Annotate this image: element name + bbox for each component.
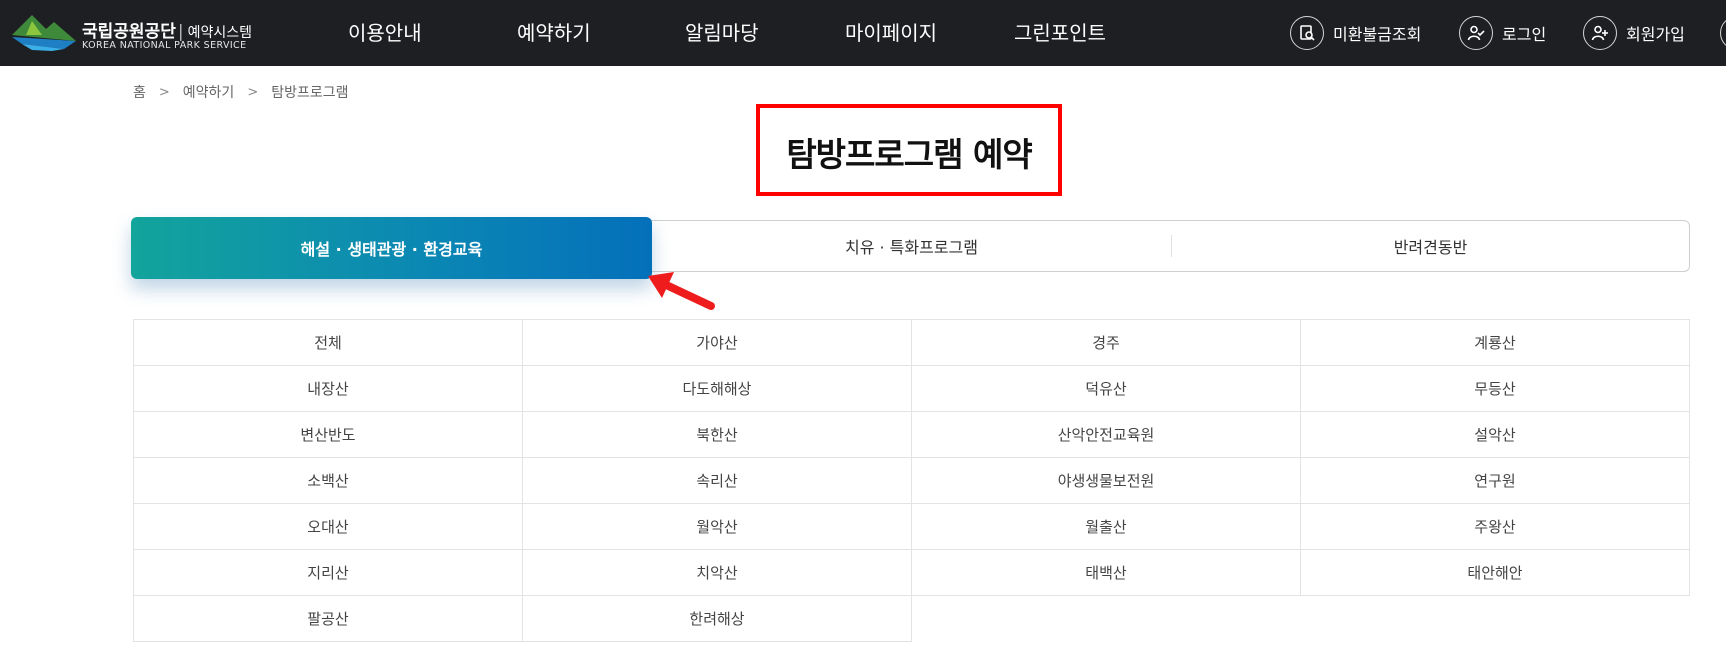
login-link[interactable]: 로그인 xyxy=(1459,15,1546,51)
park-item[interactable]: 속리산 xyxy=(523,458,912,504)
page-title: 탐방프로그램 예약 xyxy=(786,135,1032,174)
nav-guide[interactable]: 이용안내 xyxy=(348,0,422,66)
document-search-icon xyxy=(1290,16,1324,50)
unpaid-lookup-label: 미환불금조회 xyxy=(1333,25,1422,44)
chevron-right-icon: > xyxy=(247,84,259,100)
park-row: 지리산 치악산 태백산 태안해안 xyxy=(134,550,1690,596)
park-item[interactable]: 치악산 xyxy=(523,550,912,596)
park-item[interactable]: 오대산 xyxy=(134,504,523,550)
breadcrumb-current: 탐방프로그램 xyxy=(271,85,349,101)
park-row: 내장산 다도해해상 덕유산 무등산 xyxy=(134,366,1690,412)
mountain-logo-icon xyxy=(12,15,76,51)
breadcrumb-reservation[interactable]: 예약하기 xyxy=(183,82,235,102)
empty-cell xyxy=(912,596,1301,642)
breadcrumb-home[interactable]: 홈 xyxy=(133,82,146,102)
chevron-right-icon: > xyxy=(158,84,170,100)
signup-label: 회원가입 xyxy=(1626,25,1685,44)
park-row: 팔공산 한려해상 xyxy=(134,596,1690,642)
tab-pet-companion[interactable]: 반려견동반 xyxy=(1171,220,1690,272)
park-item[interactable]: 계룡산 xyxy=(1301,320,1690,366)
breadcrumb: 홈 > 예약하기 > 탐방프로그램 xyxy=(133,82,349,102)
tab-interpretation-ecotour-education[interactable]: 해설 · 생태관광 · 환경교육 xyxy=(131,217,652,279)
park-item[interactable]: 월출산 xyxy=(912,504,1301,550)
nav-reservation[interactable]: 예약하기 xyxy=(517,0,591,66)
user-check-icon xyxy=(1459,16,1493,50)
park-item[interactable]: 경주 xyxy=(912,320,1301,366)
login-label: 로그인 xyxy=(1502,25,1547,44)
park-row: 전체 가야산 경주 계룡산 xyxy=(134,320,1690,366)
park-item[interactable]: 북한산 xyxy=(523,412,912,458)
park-item[interactable]: 한려해상 xyxy=(523,596,912,642)
menu-icon xyxy=(1720,16,1726,50)
site-logo[interactable]: 국립공원공단 | 예약시스템 KOREA NATIONAL PARK SERVICE xyxy=(12,13,252,53)
park-item[interactable]: 다도해해상 xyxy=(523,366,912,412)
park-item[interactable]: 월악산 xyxy=(523,504,912,550)
nav-notice[interactable]: 알림마당 xyxy=(685,0,759,66)
park-item[interactable]: 태안해안 xyxy=(1301,550,1690,596)
empty-cell xyxy=(1301,596,1690,642)
logo-separator: | xyxy=(177,22,184,42)
signup-link[interactable]: 회원가입 xyxy=(1583,15,1685,51)
park-row: 소백산 속리산 야생생물보전원 연구원 xyxy=(134,458,1690,504)
red-arrow-icon xyxy=(648,272,715,310)
park-grid: 전체 가야산 경주 계룡산 내장산 다도해해상 덕유산 무등산 변산반도 북한산… xyxy=(133,319,1690,642)
park-item[interactable]: 변산반도 xyxy=(134,412,523,458)
logo-english-name: KOREA NATIONAL PARK SERVICE xyxy=(82,40,247,51)
park-row: 변산반도 북한산 산악안전교육원 설악산 xyxy=(134,412,1690,458)
logo-text: 국립공원공단 | 예약시스템 xyxy=(82,17,252,42)
user-add-icon xyxy=(1583,16,1617,50)
logo-org-name: 국립공원공단 xyxy=(82,22,176,42)
unpaid-lookup-link[interactable]: 미환불금조회 xyxy=(1290,15,1421,51)
park-item[interactable]: 내장산 xyxy=(134,366,523,412)
park-item[interactable]: 가야산 xyxy=(523,320,912,366)
extra-menu-button[interactable] xyxy=(1720,15,1726,51)
park-item[interactable]: 태백산 xyxy=(912,550,1301,596)
park-item[interactable]: 야생생물보전원 xyxy=(912,458,1301,504)
park-item[interactable]: 연구원 xyxy=(1301,458,1690,504)
park-item[interactable]: 설악산 xyxy=(1301,412,1690,458)
logo-system-name: 예약시스템 xyxy=(187,25,252,41)
park-item-all[interactable]: 전체 xyxy=(134,320,523,366)
park-item[interactable]: 주왕산 xyxy=(1301,504,1690,550)
park-item[interactable]: 팔공산 xyxy=(134,596,523,642)
park-item[interactable]: 산악안전교육원 xyxy=(912,412,1301,458)
park-item[interactable]: 덕유산 xyxy=(912,366,1301,412)
nav-mypage[interactable]: 마이페이지 xyxy=(845,0,937,66)
park-item[interactable]: 무등산 xyxy=(1301,366,1690,412)
park-item[interactable]: 소백산 xyxy=(134,458,523,504)
nav-greenpoint[interactable]: 그린포인트 xyxy=(1014,0,1106,66)
top-header: 국립공원공단 | 예약시스템 KOREA NATIONAL PARK SERVICE… xyxy=(0,0,1726,66)
park-item[interactable]: 지리산 xyxy=(134,550,523,596)
tab-healing-special[interactable]: 치유 · 특화프로그램 xyxy=(652,220,1171,272)
park-row: 오대산 월악산 월출산 주왕산 xyxy=(134,504,1690,550)
